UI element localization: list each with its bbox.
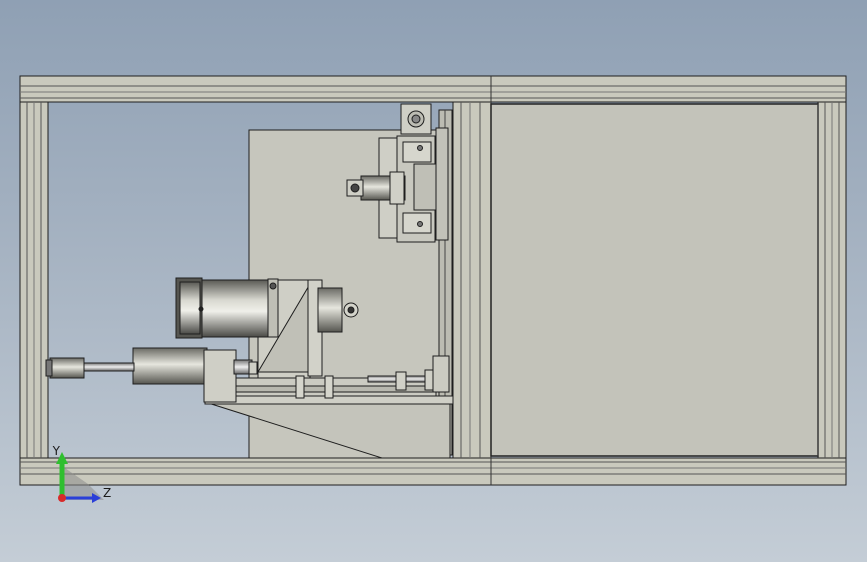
- cylinder-body[interactable]: [132, 347, 208, 385]
- origin-icon: [58, 494, 66, 502]
- rod-end[interactable]: [49, 357, 85, 379]
- piston-rod[interactable]: [81, 362, 135, 372]
- cad-viewport[interactable]: Y Z: [0, 0, 867, 562]
- machine-model[interactable]: [19, 75, 847, 486]
- pneumatic-cylinder[interactable]: [45, 347, 258, 403]
- y-axis-label: Y: [52, 444, 61, 458]
- servo-motor[interactable]: [199, 279, 279, 338]
- middle-post[interactable]: [452, 101, 492, 459]
- right-enclosure-panel[interactable]: [490, 103, 819, 457]
- z-axis-label: Z: [103, 486, 111, 500]
